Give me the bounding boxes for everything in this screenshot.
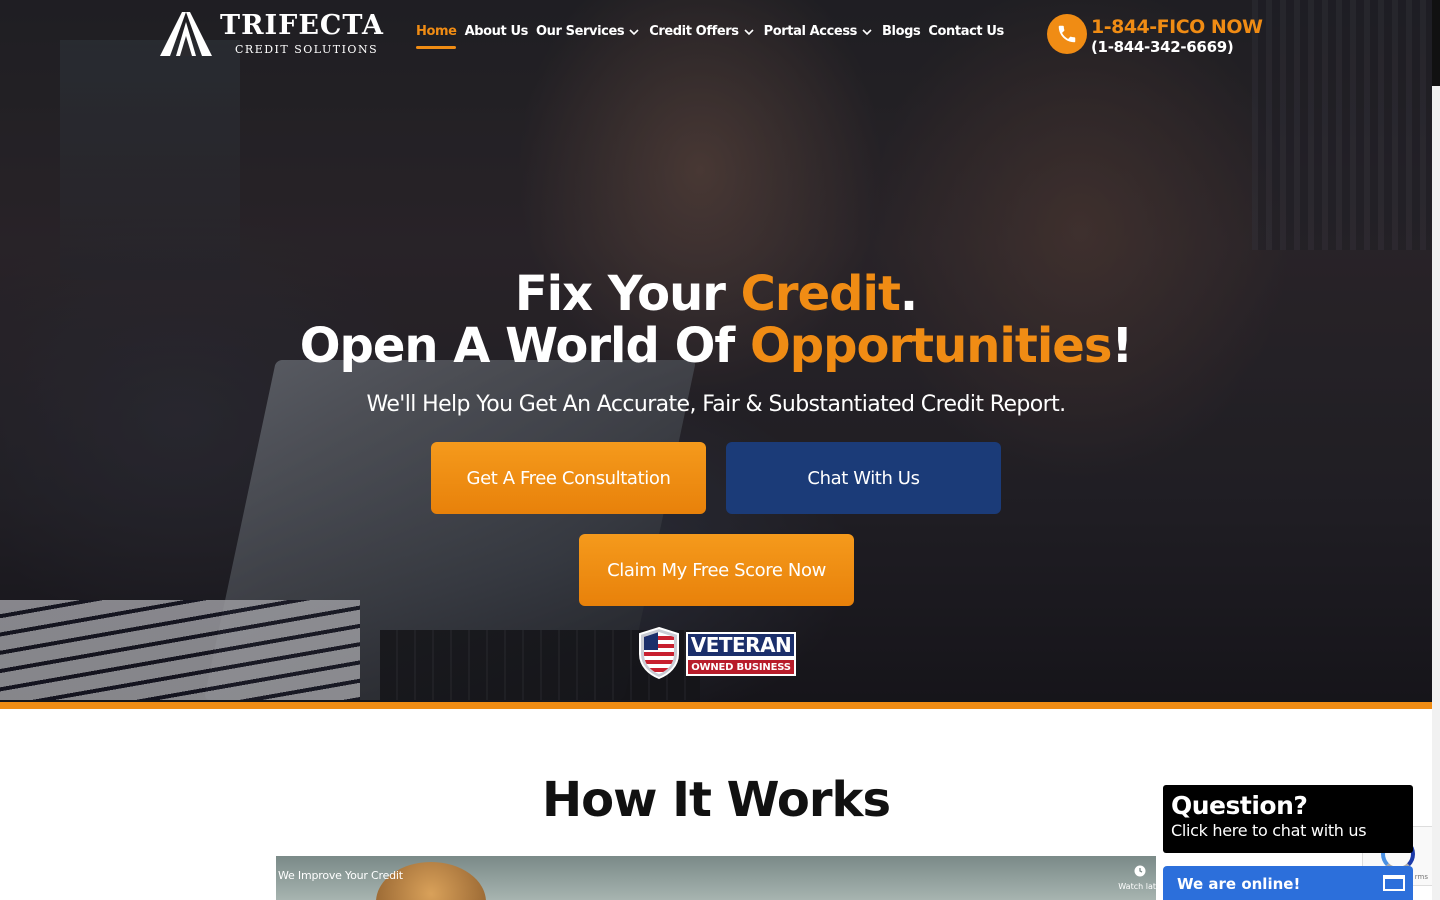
nav-item-label: Home — [416, 24, 457, 39]
hero-headline-line2: Open A World Of Opportunities! — [0, 320, 1432, 372]
veteran-owned-badge: VETERAN OWNED BUSINESS — [636, 626, 798, 682]
chat-question: Question? — [1171, 791, 1308, 820]
how-it-works-video[interactable]: We Improve Your Credit Watch lat — [276, 856, 1156, 900]
nav-item-credit-offers[interactable]: Credit Offers — [649, 24, 755, 39]
chevron-down-icon — [744, 28, 754, 35]
nav-item-portal-access[interactable]: Portal Access — [764, 24, 874, 39]
nav-item-our-services[interactable]: Our Services — [536, 24, 641, 39]
brand-tagline: CREDIT SOLUTIONS — [235, 43, 379, 56]
claim-free-score-button[interactable]: Claim My Free Score Now — [579, 534, 854, 606]
nav-item-label: Credit Offers — [649, 24, 739, 39]
badge-line2: OWNED BUSINESS — [686, 658, 796, 676]
nav-item-label: Contact Us — [928, 24, 1004, 39]
headline-accent: Credit — [740, 266, 901, 322]
chat-status: We are online! — [1177, 875, 1301, 893]
headline-text: . — [899, 266, 918, 322]
main-nav: Home About Us Our Services Credit Offers… — [416, 24, 1004, 49]
chat-invitation[interactable]: Question? Click here to chat with us — [1163, 785, 1413, 853]
badge-line1: VETERAN — [686, 632, 796, 658]
phone-call-button[interactable] — [1047, 14, 1087, 54]
headline-text: Fix Your — [514, 266, 741, 322]
chat-widget-bar[interactable]: We are online! — [1163, 866, 1413, 900]
trifecta-logo-icon — [160, 12, 212, 56]
nav-item-about-us[interactable]: About Us — [464, 24, 529, 39]
nav-item-label: Portal Access — [763, 24, 858, 39]
headline-text: ! — [1111, 318, 1133, 374]
scrollbar-track[interactable] — [1432, 0, 1440, 900]
phone-number-link[interactable]: (1-844-342-6669) — [1091, 38, 1234, 56]
brand-logo[interactable]: TRIFECTA CREDIT SOLUTIONS — [156, 10, 388, 60]
scrollbar-thumb[interactable] — [1432, 0, 1440, 86]
headline-accent: Opportunities — [749, 318, 1112, 374]
hero-accent-bar — [0, 702, 1432, 709]
chat-window-icon[interactable] — [1383, 875, 1405, 891]
phone-vanity-link[interactable]: 1-844-FICO NOW — [1091, 16, 1263, 38]
headline-text: Open A World Of — [299, 318, 750, 374]
us-flag-shield-icon — [639, 626, 679, 680]
nav-item-blogs[interactable]: Blogs — [882, 24, 921, 39]
brand-name: TRIFECTA — [220, 10, 384, 41]
nav-item-contact-us[interactable]: Contact Us — [928, 24, 1004, 39]
recaptcha-terms: rms — [1414, 873, 1428, 881]
chat-with-us-button[interactable]: Chat With Us — [726, 442, 1001, 514]
nav-item-label: Blogs — [882, 24, 921, 39]
watch-later-label: Watch lat — [1118, 882, 1156, 891]
hero-subheadline: We'll Help You Get An Accurate, Fair & S… — [366, 392, 1066, 417]
chat-prompt: Click here to chat with us — [1171, 821, 1367, 840]
hero-headline-line1: Fix Your Credit. — [0, 268, 1432, 320]
nav-item-label: About Us — [464, 24, 529, 39]
video-title: We Improve Your Credit — [278, 869, 403, 882]
chevron-down-icon — [862, 28, 872, 35]
nav-item-label: Our Services — [535, 24, 625, 39]
watch-later-icon[interactable] — [1134, 865, 1146, 877]
free-consultation-button[interactable]: Get A Free Consultation — [431, 442, 706, 514]
phone-icon — [1058, 25, 1076, 43]
chevron-down-icon — [629, 28, 639, 35]
nav-item-home[interactable]: Home — [416, 24, 457, 49]
